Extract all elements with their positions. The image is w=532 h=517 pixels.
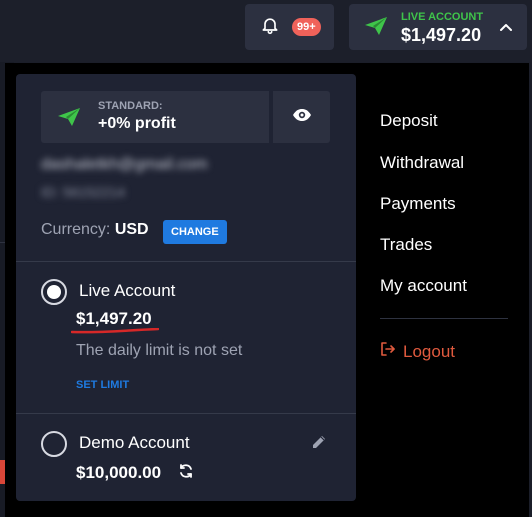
menu-item-deposit[interactable]: Deposit xyxy=(380,111,438,131)
currency-label: Currency: xyxy=(41,221,111,238)
eye-icon xyxy=(292,108,312,127)
logout-label: Logout xyxy=(403,341,455,361)
paper-plane-icon xyxy=(57,107,81,132)
account-dropdown: STANDARD: +0% profit dashaletkh@gmail.co… xyxy=(5,63,529,517)
live-account-balance: $1,497.20 xyxy=(76,309,152,328)
bell-icon xyxy=(260,15,280,40)
paper-plane-icon xyxy=(364,16,388,41)
logout-button[interactable]: Logout xyxy=(380,341,455,362)
set-limit-link[interactable]: SET LIMIT xyxy=(76,379,129,391)
account-switcher-button[interactable]: LIVE ACCOUNT $1,497.20 xyxy=(349,4,527,50)
currency-row: Currency: USD xyxy=(41,221,149,239)
menu-item-withdrawal[interactable]: Withdrawal xyxy=(380,153,464,173)
tier-panel: STANDARD: +0% profit xyxy=(41,91,269,143)
user-email: dashaletkh@gmail.com xyxy=(41,156,208,173)
menu-item-trades[interactable]: Trades xyxy=(380,235,432,255)
change-currency-button[interactable]: CHANGE xyxy=(163,220,227,244)
menu-divider xyxy=(380,318,508,319)
notifications-button[interactable]: 99+ xyxy=(245,4,334,50)
demo-account-balance: $10,000.00 xyxy=(76,463,162,482)
currency-value: USD xyxy=(114,221,149,238)
chevron-up-icon xyxy=(499,20,513,39)
pencil-icon[interactable] xyxy=(311,434,327,455)
account-balance: $1,497.20 xyxy=(401,25,482,45)
demo-account-radio[interactable] xyxy=(41,431,67,457)
balance-underline xyxy=(71,328,159,334)
logout-icon xyxy=(380,341,403,362)
divider xyxy=(16,261,356,262)
tier-value: +0% profit xyxy=(98,115,176,132)
notifications-badge: 99+ xyxy=(292,18,321,36)
divider xyxy=(16,413,356,414)
daily-limit-text: The daily limit is not set xyxy=(76,342,243,359)
tier-label: STANDARD: xyxy=(98,100,163,112)
live-account-title[interactable]: Live Account xyxy=(79,281,175,301)
account-card: STANDARD: +0% profit dashaletkh@gmail.co… xyxy=(16,74,356,501)
menu-item-payments[interactable]: Payments xyxy=(380,194,456,214)
toggle-visibility-button[interactable] xyxy=(273,91,330,143)
account-type-label: LIVE ACCOUNT xyxy=(401,11,484,23)
user-id: ID: 56152214 xyxy=(41,184,126,200)
demo-account-title[interactable]: Demo Account xyxy=(79,433,190,453)
live-account-radio[interactable] xyxy=(41,279,67,305)
refresh-icon[interactable] xyxy=(178,463,194,484)
menu-item-my-account[interactable]: My account xyxy=(380,276,467,296)
